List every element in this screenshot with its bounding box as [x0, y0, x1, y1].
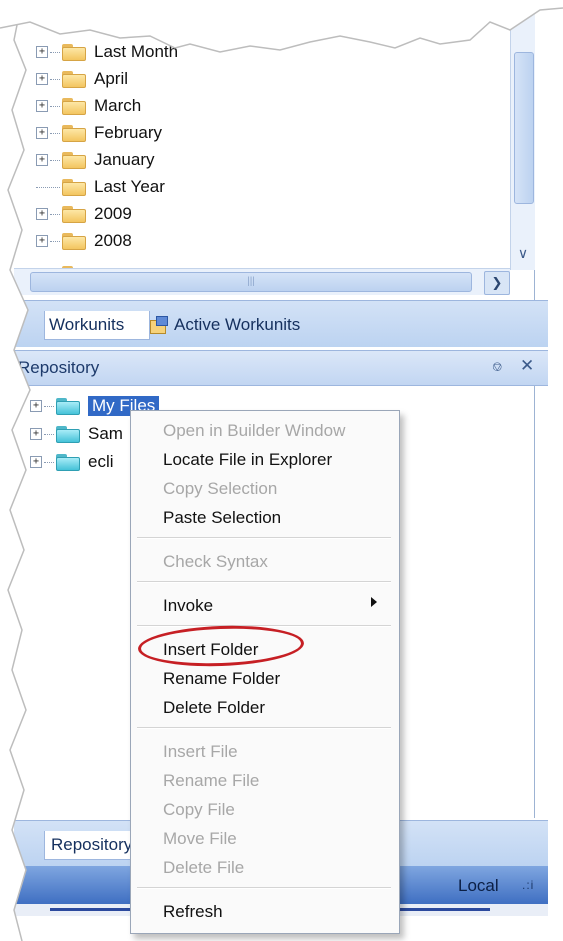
tree-connector [50, 159, 60, 161]
tree-connector [50, 132, 60, 134]
tree-connector [50, 240, 60, 242]
menu-item-delete-folder[interactable]: Delete Folder [163, 696, 265, 720]
menu-item-refresh[interactable]: Refresh [163, 900, 223, 924]
tab-label: Repository [51, 835, 133, 854]
menu-item-rename-file: Rename File [163, 771, 260, 790]
folder-icon [56, 425, 80, 443]
expand-icon[interactable]: + [30, 456, 42, 468]
tree-connector [50, 213, 60, 215]
close-icon[interactable]: ✕ [520, 356, 534, 376]
repository-item-ecli[interactable]: + ecli [30, 450, 114, 474]
menu-item-paste-selection[interactable]: Paste Selection [163, 506, 281, 530]
menu-item-delete-file: Delete File [163, 858, 245, 877]
tree-connector [50, 51, 60, 53]
tree-connector [44, 433, 54, 435]
expand-icon[interactable]: + [36, 100, 48, 112]
menu-item-copy-file: Copy File [163, 800, 235, 819]
scrollbar-thumb[interactable]: ||| [30, 272, 472, 292]
tree-item-label: April [94, 69, 129, 88]
tree-item-2009[interactable]: + 2009 [36, 202, 132, 226]
tree-item-last-month[interactable]: + Last Month [36, 40, 178, 64]
tree-connector [36, 186, 60, 188]
folder-icon [62, 124, 86, 142]
folder-icon [56, 397, 80, 415]
tree-item-label: ecli [88, 452, 114, 471]
menu-item-rename-folder[interactable]: Rename Folder [163, 667, 280, 691]
menu-separator [137, 887, 391, 889]
folder-icon [62, 97, 86, 115]
menu-item-open-in-builder-window: Open in Builder Window [163, 421, 346, 440]
tab-label: Workunits [49, 315, 125, 334]
menu-separator [137, 581, 391, 583]
tree-connector [44, 405, 54, 407]
menu-item-invoke[interactable]: Invoke [163, 594, 213, 618]
tree-item-february[interactable]: + February [36, 121, 162, 145]
folder-icon [62, 232, 86, 250]
folder-icon [62, 43, 86, 61]
tree-item-label: 2008 [94, 231, 132, 250]
tree-item-last-year[interactable]: Last Year [36, 175, 165, 199]
menu-item-insert-file: Insert File [163, 742, 238, 761]
menu-item-check-syntax: Check Syntax [163, 552, 268, 571]
tab-active-workunits[interactable]: Active Workunits [148, 311, 300, 339]
vertical-scrollbar[interactable]: ∨ [510, 14, 535, 270]
tab-label: Active Workunits [174, 315, 301, 334]
repository-panel-header: Repository ⎊ ✕ [14, 350, 548, 386]
tab-repository[interactable]: Repository [44, 831, 140, 860]
pin-icon[interactable]: ⎊ [492, 359, 502, 375]
folder-icon [62, 178, 86, 196]
status-location: Local [458, 876, 499, 895]
menu-item-locate-file-in-explorer[interactable]: Locate File in Explorer [163, 448, 332, 472]
tree-connector [44, 461, 54, 463]
submenu-arrow-icon [371, 597, 377, 607]
tree-item-april[interactable]: + April [36, 67, 128, 91]
expand-icon[interactable]: + [30, 428, 42, 440]
expand-icon[interactable]: + [30, 400, 42, 412]
scroll-down-icon[interactable]: ∨ [513, 242, 533, 264]
tree-item-march[interactable]: + March [36, 94, 141, 118]
tree-item-2008[interactable]: + 2008 [36, 229, 132, 253]
tree-item-label: February [94, 123, 163, 142]
tree-item-january[interactable]: + January [36, 148, 154, 172]
expand-icon[interactable]: + [36, 208, 48, 220]
expand-icon[interactable]: + [36, 73, 48, 85]
expand-icon[interactable]: + [36, 46, 48, 58]
active-workunits-icon [148, 316, 168, 334]
tree-connector [50, 78, 60, 80]
folder-icon [62, 205, 86, 223]
menu-item-copy-selection: Copy Selection [163, 479, 278, 498]
workunits-tree-panel: + Last Month + April + March + February … [14, 14, 535, 300]
tree-item-label: 2009 [94, 204, 132, 223]
scrollbar-thumb[interactable] [514, 52, 534, 204]
repository-item-sam[interactable]: + Sam [30, 422, 123, 446]
menu-separator [137, 537, 391, 539]
folder-icon [62, 151, 86, 169]
tree-item-label: Last Year [94, 177, 165, 196]
expand-icon[interactable]: + [36, 127, 48, 139]
horizontal-scrollbar[interactable]: ||| ❯ [14, 268, 510, 295]
context-menu: Open in Builder Window Locate File in Ex… [130, 410, 400, 934]
tree-item-label: Sam [88, 424, 123, 443]
panel-title: Repository [18, 358, 100, 377]
tab-workunits[interactable]: Workunits [44, 311, 150, 340]
expand-icon[interactable]: + [36, 235, 48, 247]
folder-icon [62, 70, 86, 88]
workunits-tab-strip: Workunits Active Workunits [14, 300, 548, 347]
menu-separator [137, 727, 391, 729]
folder-icon [56, 453, 80, 471]
expand-icon[interactable]: + [36, 154, 48, 166]
tree-item-label: Last Month [94, 42, 179, 61]
tree-item-label: January [94, 150, 155, 169]
resize-grip-icon[interactable]: .:i [522, 878, 534, 892]
tree-item-label: March [94, 96, 142, 115]
menu-item-move-file: Move File [163, 829, 237, 848]
scroll-right-icon[interactable]: ❯ [484, 271, 510, 295]
tree-connector [50, 105, 60, 107]
